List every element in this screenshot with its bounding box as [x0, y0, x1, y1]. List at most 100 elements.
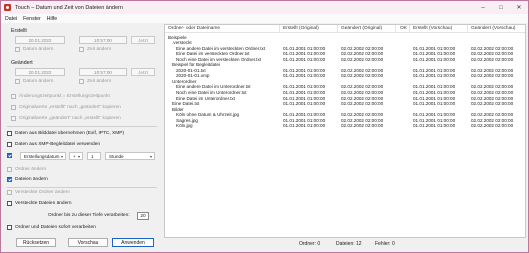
folders-checkbox[interactable]: Ordner ändern — [7, 167, 46, 172]
cell-modified-preview: 02.02.2002 02:00:00 — [471, 112, 514, 118]
created-date-input[interactable]: 20.01.2022 — [15, 36, 65, 44]
menu-hilfe[interactable]: Hilfe — [47, 16, 57, 22]
checkbox-box — [7, 201, 12, 206]
cell-modified-preview: 02.02.2002 02:00:00 — [471, 101, 514, 107]
cell-modified-preview: 02.02.2002 02:00:00 — [471, 73, 514, 79]
column-separator — [395, 25, 396, 33]
copy-modified-to-created-checkbox[interactable]: Originalwerte „geändert“ nach „erstellt“… — [11, 116, 121, 121]
modified-change-date-checkbox[interactable]: Datum ändern — [15, 79, 53, 84]
shift-field-select[interactable]: Erstellungsdatum ▾ — [20, 152, 66, 160]
hidden-files-checkbox[interactable]: Versteckte Dateien ändern — [7, 201, 72, 206]
copy-created-to-modified-checkbox[interactable]: Originalwerte „erstellt“ nach „geändert“… — [11, 105, 121, 110]
column-separator — [467, 25, 468, 33]
shift-checkbox[interactable] — [7, 153, 15, 158]
column-header-ok[interactable]: OK — [400, 26, 407, 31]
column-header-name[interactable]: Ordner- oder Dateiname — [168, 26, 220, 31]
column-header-created-orig[interactable]: Erstellt (Original) — [283, 26, 319, 31]
divider — [7, 126, 157, 127]
cell-name: Eine Datei.txt — [172, 101, 200, 107]
cell-name: Eine Datei im Unterordner.txt — [176, 95, 235, 101]
cell-modified-orig: 02.02.2002 02:00:00 — [341, 117, 384, 123]
menu-fenster[interactable]: Fenster — [23, 16, 41, 22]
created-change-date-checkbox[interactable]: Datum ändern — [15, 47, 53, 52]
checkbox-box — [7, 142, 12, 147]
cell-created-orig: 01.01.2001 01:00:00 — [283, 51, 326, 57]
file-table: Ordner- oder Dateiname Erstellt (Origina… — [164, 24, 526, 238]
created-change-time-checkbox[interactable]: Zeit ändern — [79, 47, 111, 52]
created-time-input[interactable]: 10:57:00 — [79, 36, 127, 44]
app-window: Touch – Datum und Zeit von Dateien änder… — [0, 0, 529, 253]
cell-modified-orig: 02.02.2002 02:00:00 — [341, 101, 384, 107]
files-checkbox[interactable]: Dateien ändern — [7, 177, 48, 182]
depth-input[interactable]: 20 — [137, 212, 149, 220]
shift-sign-select[interactable]: + ▾ — [69, 152, 83, 160]
hidden-folders-checkbox[interactable]: Versteckte Ordner ändern — [7, 190, 70, 195]
created-now-button[interactable]: Jetzt — [131, 36, 155, 44]
checkbox-box — [79, 47, 84, 52]
cell-created-preview: 01.01.2001 01:00:00 — [413, 95, 456, 101]
reset-button[interactable]: Rücksetzen — [16, 238, 56, 247]
cell-created-preview: 01.01.2001 01:00:00 — [413, 117, 456, 123]
status-errors: Fehler: 0 — [375, 241, 395, 247]
shift-unit-select[interactable]: Stunde ▾ — [105, 152, 155, 160]
image-date-checkbox[interactable]: Daten aus Bilddatei übernehmen (Exif, IP… — [7, 131, 124, 136]
minimize-icon[interactable]: – — [474, 1, 492, 14]
modified-time-input[interactable]: 10:57:00 — [79, 68, 127, 76]
checkbox-box — [7, 167, 12, 172]
checkbox-box — [7, 131, 12, 136]
cell-name: Eine andere Datei im versteckten Ordner.… — [176, 45, 266, 51]
shift-amount-input[interactable]: 1 — [87, 152, 101, 160]
cell-modified-preview: 02.02.2002 02:00:00 — [471, 95, 514, 101]
cell-name: Beispiel für Begleitdatei — [172, 62, 221, 68]
cell-created-preview: 01.01.2001 01:00:00 — [413, 67, 456, 73]
cell-name: Noch eine Datei im Unterordner.txt — [176, 90, 247, 95]
cell-name: 2020-01-01.xmp — [176, 73, 210, 79]
cell-created-preview: 01.01.2001 01:00:00 — [413, 45, 456, 51]
cell-modified-preview: 02.02.2002 02:00:00 — [471, 67, 514, 73]
table-row[interactable]: Köln.jpg 01.01.2001 01:00:00 02.02.2002 02… — [165, 123, 525, 129]
chevron-down-icon: ▾ — [77, 154, 80, 159]
cell-modified-orig: 02.02.2002 02:00:00 — [341, 112, 384, 118]
cell-created-orig: 01.01.2001 01:00:00 — [283, 95, 326, 101]
cell-modified-orig: 02.02.2002 02:00:00 — [341, 123, 384, 129]
modified-change-time-checkbox[interactable]: Zeit ändern — [79, 79, 111, 84]
title-bar: Touch – Datum und Zeit von Dateien änder… — [1, 1, 528, 14]
sidecar-checkbox[interactable]: Daten aus XMP-Begleitdatei verwenden — [7, 142, 100, 147]
app-icon — [4, 4, 11, 11]
menu-datei[interactable]: Datei — [5, 16, 17, 22]
cell-name: Sagres.jpg — [176, 117, 198, 123]
preview-button[interactable]: Vorschau — [68, 238, 108, 247]
cell-modified-orig: 02.02.2002 02:00:00 — [341, 95, 384, 101]
chevron-down-icon: ▾ — [149, 154, 152, 159]
maximize-icon[interactable]: □ — [492, 1, 510, 14]
checkbox-box — [11, 94, 16, 99]
column-header-created-preview[interactable]: Erstellt (Vorschau) — [413, 26, 452, 31]
cell-name: Unterordner — [172, 78, 197, 84]
created-label: Erstellt — [11, 28, 27, 34]
cell-modified-preview: 02.02.2002 02:00:00 — [471, 117, 514, 123]
cell-name: Eine Datei im versteckten Ordner.txt — [176, 51, 250, 57]
checkbox-box — [79, 79, 84, 84]
cell-modified-orig: 02.02.2002 02:00:00 — [341, 67, 384, 73]
column-header-modified-preview[interactable]: Geändert (Vorschau) — [471, 26, 516, 31]
modified-now-button[interactable]: Jetzt — [131, 68, 155, 76]
close-icon[interactable]: ✕ — [510, 1, 528, 14]
cell-modified-orig: 02.02.2002 02:00:00 — [341, 84, 384, 90]
modify-eq-create-checkbox[interactable]: Änderungszeitpunkt = Erstellungszeitpunk… — [11, 94, 110, 99]
menu-bar: Datei Fenster Hilfe — [1, 14, 528, 23]
column-header-modified-orig[interactable]: Geändert (Original) — [341, 26, 382, 31]
column-separator — [409, 25, 410, 33]
checkbox-box — [7, 153, 12, 158]
cell-modified-preview: 02.02.2002 02:00:00 — [471, 51, 514, 57]
checkbox-box — [11, 105, 16, 110]
column-separator — [279, 25, 280, 33]
cell-created-preview: 01.01.2001 01:00:00 — [413, 84, 456, 90]
checkbox-box — [15, 47, 20, 52]
cell-name: 2020-01-01.txt — [176, 67, 206, 73]
cell-created-orig: 01.01.2001 01:00:00 — [283, 84, 326, 90]
checkbox-box — [7, 225, 12, 230]
apply-button[interactable]: Anwenden — [112, 238, 154, 247]
process-now-checkbox[interactable]: Ordner und Dateien sofort verarbeiten — [7, 225, 96, 230]
status-files: Dateien: 12 — [336, 241, 362, 247]
modified-date-input[interactable]: 20.01.2022 — [15, 68, 65, 76]
